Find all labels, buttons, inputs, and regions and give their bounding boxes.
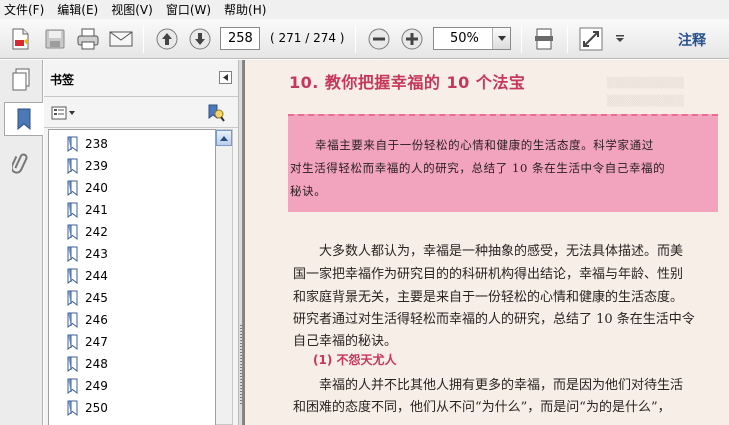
menu-help[interactable]: 帮助(H) — [224, 1, 266, 18]
body-line: 幸福的人并不比其他人拥有更多的幸福，而是因为他们对待生活 — [319, 378, 684, 393]
summary-line: 幸福主要来自于一份轻松的心情和健康的生活态度。科学家通过 — [315, 138, 654, 152]
bookmark-label: 247 — [85, 335, 108, 349]
bookmark-item[interactable]: 250 — [67, 397, 108, 419]
body-line: 自己幸福的秘诀。 — [293, 334, 398, 349]
menu-edit[interactable]: 编辑(E) — [57, 1, 98, 18]
panel-toolbar — [44, 98, 238, 128]
bookmark-scrollbar[interactable] — [216, 129, 233, 425]
bookmark-label: 245 — [85, 291, 108, 305]
fit-page-icon[interactable] — [531, 26, 557, 52]
email-icon[interactable] — [108, 26, 134, 52]
bookmarks-tab-icon[interactable] — [4, 102, 43, 136]
bookmark-icon — [67, 268, 78, 284]
toolbar: 258 ( 271 / 274 ) 50% 注释 — [0, 19, 729, 59]
toolbar-options-chevron-icon[interactable] — [607, 26, 633, 52]
subheading: (1) 不怨天尤人 — [313, 353, 397, 367]
scroll-up-icon[interactable] — [216, 130, 232, 146]
summary-box: 幸福主要来自于一份轻松的心情和健康的生活态度。科学家通过 对生活得轻松而幸福的人… — [288, 114, 718, 212]
bookmark-icon — [67, 180, 78, 196]
bookmark-icon — [67, 356, 78, 372]
bookmark-label: 243 — [85, 247, 108, 261]
summary-line: 秘诀。 — [290, 184, 327, 198]
menu-bar: 文件(F) 编辑(E) 视图(V) 窗口(W) 帮助(H) — [0, 0, 729, 19]
panel-header: 书签 — [44, 60, 238, 97]
bookmark-label: 249 — [85, 379, 108, 393]
bookmark-icon — [67, 400, 78, 416]
bookmark-item[interactable]: 243 — [67, 243, 108, 265]
body-line: 研究者通过对生活得轻松而幸福的人的研究，总结了 10 条在生活中令 — [293, 312, 695, 327]
bookmark-label: 241 — [85, 203, 108, 217]
bookmark-item[interactable]: 245 — [67, 287, 108, 309]
menu-view[interactable]: 视图(V) — [111, 1, 153, 18]
bookmark-label: 248 — [85, 357, 108, 371]
bookmark-item[interactable]: 248 — [67, 353, 108, 375]
bleed-through-text: ▒▒▒▒▒▒▒▒▒▒ — [607, 96, 684, 107]
zoom-out-icon[interactable] — [366, 26, 392, 52]
find-bookmark-icon[interactable] — [206, 103, 226, 123]
document-page: ▒▒▒▒▒▒▒▒▒▒ ▒▒▒▒▒▒▒▒▒▒ 10. 教你把握幸福的 10 个法宝… — [245, 60, 729, 425]
page-number-input[interactable]: 258 — [220, 27, 260, 50]
bookmark-icon — [67, 202, 78, 218]
body-line: 大多数人都认为，幸福是一种抽象的感受，无法具体描述。而美 — [319, 244, 684, 259]
bookmark-icon — [67, 246, 78, 262]
bookmark-item[interactable]: 246 — [67, 309, 108, 331]
bookmark-icon — [67, 136, 78, 152]
bookmarks-panel: 书签 238 239 240 241 242 243 244 245 246 247 248 249 2… — [44, 60, 238, 425]
bookmark-item[interactable]: 249 — [67, 375, 108, 397]
bookmark-list: 238 239 240 241 242 243 244 245 246 247 248 249 250 — [48, 129, 216, 425]
summary-line: 对生活得轻松而幸福的人的研究，总结了 10 条在生活中令自己幸福的 — [290, 161, 666, 175]
bookmark-label: 239 — [85, 159, 108, 173]
bleed-through-text: ▒▒▒▒▒▒▒▒▒▒ — [607, 78, 684, 89]
bookmark-icon — [67, 224, 78, 240]
body-line: 和困难的态度不同，他们从不问“为什么”，而是问“为的是什么”， — [293, 400, 671, 415]
full-screen-icon[interactable] — [578, 26, 604, 52]
bookmark-icon — [67, 290, 78, 306]
bookmark-item[interactable]: 242 — [67, 221, 108, 243]
bookmark-options-icon[interactable] — [51, 104, 77, 122]
panel-title: 书签 — [50, 73, 75, 87]
bookmark-label: 244 — [85, 269, 108, 283]
menu-window[interactable]: 窗口(W) — [166, 1, 211, 18]
bookmark-icon — [67, 378, 78, 394]
attachments-paperclip-icon[interactable] — [4, 146, 38, 180]
bookmark-icon — [67, 334, 78, 350]
bookmark-label: 250 — [85, 401, 108, 415]
panel-collapse-icon[interactable] — [219, 71, 232, 84]
bookmark-item[interactable]: 238 — [67, 133, 108, 155]
bookmark-label: 242 — [85, 225, 108, 239]
bookmark-label: 238 — [85, 137, 108, 151]
body-line: 和家庭背景无关，主要是来自于一份轻松的心情和健康的生活态度。 — [293, 290, 684, 305]
page-count: ( 271 / 274 ) — [270, 31, 345, 45]
bookmark-item[interactable]: 247 — [67, 331, 108, 353]
body-line: 国一家把幸福作为研究目的的科研机构得出结论，幸福与年龄、性别 — [293, 267, 684, 282]
annotate-button[interactable]: 注释 — [678, 30, 706, 50]
splitter-grip[interactable] — [240, 325, 242, 405]
bookmark-label: 246 — [85, 313, 108, 327]
bookmark-label: 240 — [85, 181, 108, 195]
bookmark-icon — [67, 312, 78, 328]
zoom-value: 50% — [450, 31, 479, 46]
bookmark-item[interactable]: 239 — [67, 155, 108, 177]
zoom-select[interactable]: 50% — [433, 27, 511, 50]
bookmark-icon — [67, 158, 78, 174]
next-page-icon[interactable] — [187, 26, 213, 52]
section-heading: 10. 教你把握幸福的 10 个法宝 — [289, 73, 526, 92]
zoom-in-icon[interactable] — [399, 26, 425, 52]
previous-page-icon[interactable] — [154, 26, 180, 52]
chevron-down-icon[interactable] — [492, 28, 510, 49]
pages-icon[interactable] — [4, 63, 38, 97]
bookmark-item[interactable]: 240 — [67, 177, 108, 199]
print-icon[interactable] — [75, 26, 101, 52]
navigation-pane — [0, 60, 43, 425]
menu-file[interactable]: 文件(F) — [4, 1, 44, 18]
create-pdf-icon[interactable] — [7, 26, 33, 52]
save-icon[interactable] — [42, 26, 68, 52]
bookmark-item[interactable]: 244 — [67, 265, 108, 287]
bookmark-item[interactable]: 241 — [67, 199, 108, 221]
document-view[interactable]: ▒▒▒▒▒▒▒▒▒▒ ▒▒▒▒▒▒▒▒▒▒ 10. 教你把握幸福的 10 个法宝… — [243, 60, 729, 425]
